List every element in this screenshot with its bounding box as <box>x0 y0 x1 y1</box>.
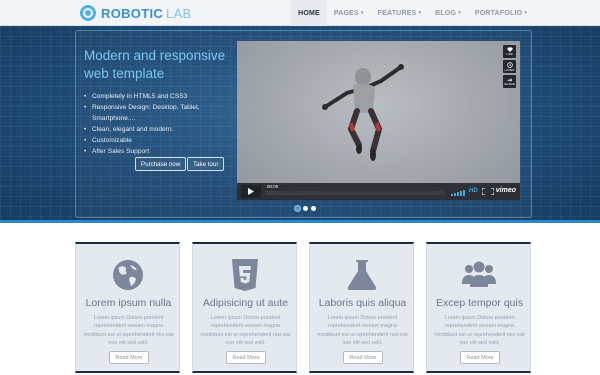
caret-down-icon: ▾ <box>360 10 364 16</box>
users-icon <box>462 261 496 287</box>
nav-pages[interactable]: PAGES ▾ <box>327 0 371 26</box>
feature-item: Customizable <box>84 135 229 146</box>
logo[interactable]: ROBOTIC LAB <box>80 4 192 22</box>
main-nav: HOME PAGES ▾ FEATURES ▾ BLOG ▾ PORTAFOLIO ▾ <box>291 0 534 26</box>
slider-dot[interactable] <box>303 206 308 211</box>
nav-label: PORTAFOLIO <box>474 9 523 17</box>
caret-down-icon: ▾ <box>458 10 461 16</box>
logo-ring-icon <box>80 5 96 21</box>
feature-card: Laboris quis aliqua Lorem ipsum Dolore p… <box>309 242 414 373</box>
logo-text-strong: ROBOTIC <box>101 5 164 21</box>
nav-label: HOME <box>298 9 320 17</box>
take-tour-button[interactable]: Take tour <box>187 157 225 171</box>
card-title: Excep tempor quis <box>436 297 523 309</box>
vimeo-logo[interactable]: vimeo <box>496 187 516 194</box>
nav-label: FEATURES <box>377 9 417 17</box>
feature-item: After Sales Support <box>84 146 229 157</box>
like-button[interactable]: LIKE <box>503 45 516 58</box>
video-controls: 00:00 HD vimeo <box>237 183 520 200</box>
video-progress-bar[interactable] <box>265 191 445 195</box>
logo-text-light: LAB <box>166 5 192 21</box>
feature-item: Clean, elegant and modern. <box>84 124 229 135</box>
like-label: LIKE <box>506 52 513 56</box>
volume-icon[interactable] <box>451 190 465 196</box>
slider-dot[interactable] <box>295 206 300 211</box>
feature-card: Adipisicing ut aute Lorem ipsum Dolore p… <box>192 242 297 373</box>
hero-section: Modern and responsive web template Compl… <box>0 26 600 223</box>
hd-toggle[interactable]: HD <box>469 188 478 194</box>
read-more-button[interactable]: Read More <box>226 351 266 364</box>
top-navbar: ROBOTIC LAB HOME PAGES ▾ FEATURES ▾ BLOG ▾ … <box>0 0 600 26</box>
nav-home[interactable]: HOME <box>291 0 327 26</box>
card-title: Laboris quis aliqua <box>318 297 407 309</box>
card-title: Lorem ipsum nulla <box>85 297 172 309</box>
nav-blog[interactable]: BLOG ▾ <box>428 0 468 26</box>
nav-label: BLOG <box>435 9 457 17</box>
hero-slide: Modern and responsive web template Compl… <box>75 30 532 218</box>
purchase-now-button[interactable]: Purchase now <box>135 157 187 171</box>
feature-card: Lorem ipsum nulla Lorem ipsum Dolore pro… <box>75 242 180 373</box>
flask-icon <box>347 260 377 290</box>
read-more-button[interactable]: Read More <box>109 351 149 364</box>
slider-dots <box>295 206 316 211</box>
video-time: 00:00 <box>265 184 281 190</box>
nav-features[interactable]: FEATURES ▾ <box>371 0 429 26</box>
card-text: Lorem ipsum Dolore proident reprehenderi… <box>83 315 174 346</box>
video-player[interactable]: LIKE LATER SHARE 00:00 HD vimeo <box>237 41 520 200</box>
nav-portafolio[interactable]: PORTAFOLIO ▾ <box>468 0 534 26</box>
feature-item: Completely in HTML5 and CSS3 <box>84 91 229 102</box>
watch-later-button[interactable]: LATER <box>503 60 516 73</box>
card-text: Lorem ipsum Dolore proident reprehenderi… <box>317 315 408 346</box>
play-button[interactable] <box>241 185 261 198</box>
globe-icon <box>113 260 143 290</box>
feature-item: Responsive Design: Desktop, Tablet, Smar… <box>84 102 229 124</box>
jumper-image <box>322 64 404 161</box>
later-label: LATER <box>504 67 515 72</box>
share-button[interactable]: SHARE <box>503 75 516 88</box>
nav-label: PAGES <box>333 9 359 17</box>
feature-cards: Lorem ipsum nulla Lorem ipsum Dolore pro… <box>75 242 532 374</box>
fullscreen-icon[interactable] <box>482 188 494 195</box>
slider-dot[interactable] <box>311 206 316 211</box>
read-more-button[interactable]: Read More <box>460 351 500 364</box>
card-text: Lorem ipsum Dolore proident reprehenderi… <box>200 315 291 346</box>
feature-list: Completely in HTML5 and CSS3 Responsive … <box>84 91 229 157</box>
html5-icon <box>232 259 258 291</box>
caret-down-icon: ▾ <box>524 10 527 16</box>
share-label: SHARE <box>504 82 515 86</box>
feature-card: Excep tempor quis Lorem ipsum Dolore pro… <box>426 242 531 373</box>
caret-down-icon: ▾ <box>418 10 422 16</box>
hero-title: Modern and responsive web template <box>84 48 226 81</box>
read-more-button[interactable]: Read More <box>343 351 383 364</box>
video-side-actions: LIKE LATER SHARE <box>503 45 516 90</box>
play-icon <box>248 188 254 195</box>
card-text: Lorem ipsum Dolore proident reprehenderi… <box>434 315 525 346</box>
card-title: Adipisicing ut aute <box>202 297 289 309</box>
